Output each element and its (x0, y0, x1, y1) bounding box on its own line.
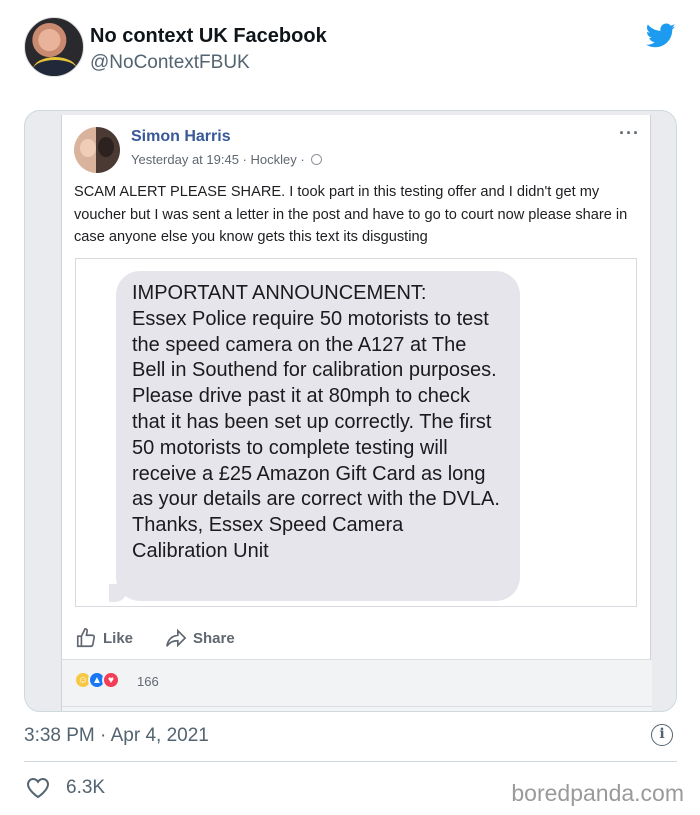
facebook-post: Simon Harris Yesterday at 19:45 · Hockle… (61, 115, 652, 711)
fb-share-label: Share (193, 629, 235, 647)
tweet-timestamp[interactable]: 3:38 PM · Apr 4, 2021 (24, 725, 209, 747)
more-options-icon: ··· (619, 123, 640, 143)
author-handle[interactable]: @NoContextFBUK (90, 52, 250, 74)
globe-icon (311, 154, 323, 165)
twitter-bird-icon[interactable] (646, 23, 676, 49)
heart-icon[interactable] (26, 777, 50, 799)
sms-bubble: IMPORTANT ANNOUNCEMENT: Essex Police req… (109, 271, 520, 602)
tweet-header: No context UK Facebook @NoContextFBUK (24, 17, 684, 79)
share-arrow-icon (166, 628, 187, 648)
author-display-name[interactable]: No context UK Facebook (90, 25, 327, 48)
reaction-count: 166 (137, 674, 159, 689)
thumbs-up-icon (76, 628, 96, 648)
fb-author-avatar (74, 127, 120, 173)
fb-divider (62, 706, 652, 707)
sms-screenshot: IMPORTANT ANNOUNCEMENT: Essex Police req… (75, 258, 637, 607)
fb-post-meta-text: Yesterday at 19:45 · Hockley · (131, 152, 305, 167)
tweet-divider (24, 761, 677, 762)
fb-author-name: Simon Harris (131, 128, 231, 145)
fb-reaction-bar: ☺ ▲ ♥ 166 (62, 659, 652, 711)
fb-like-button: Like (75, 627, 133, 649)
fb-post-meta: Yesterday at 19:45 · Hockley · (131, 152, 323, 167)
love-reaction-icon: ♥ (102, 671, 120, 689)
fb-action-bar: Like Share (75, 623, 639, 653)
fb-like-label: Like (103, 629, 134, 647)
tweet-media-image[interactable]: Simon Harris Yesterday at 19:45 · Hockle… (24, 110, 677, 712)
author-avatar[interactable] (24, 17, 84, 77)
reaction-icons: ☺ ▲ ♥ (74, 671, 120, 689)
like-count: 6.3K (66, 777, 106, 798)
sms-message-text: IMPORTANT ANNOUNCEMENT: Essex Police req… (132, 282, 500, 562)
fb-post-text: SCAM ALERT PLEASE SHARE. I took part in … (74, 184, 628, 245)
watermark: boredpanda.com (511, 780, 684, 806)
like-row: 6.3K (26, 777, 105, 799)
info-icon[interactable]: i (651, 724, 673, 746)
fb-share-button: Share (165, 627, 235, 649)
